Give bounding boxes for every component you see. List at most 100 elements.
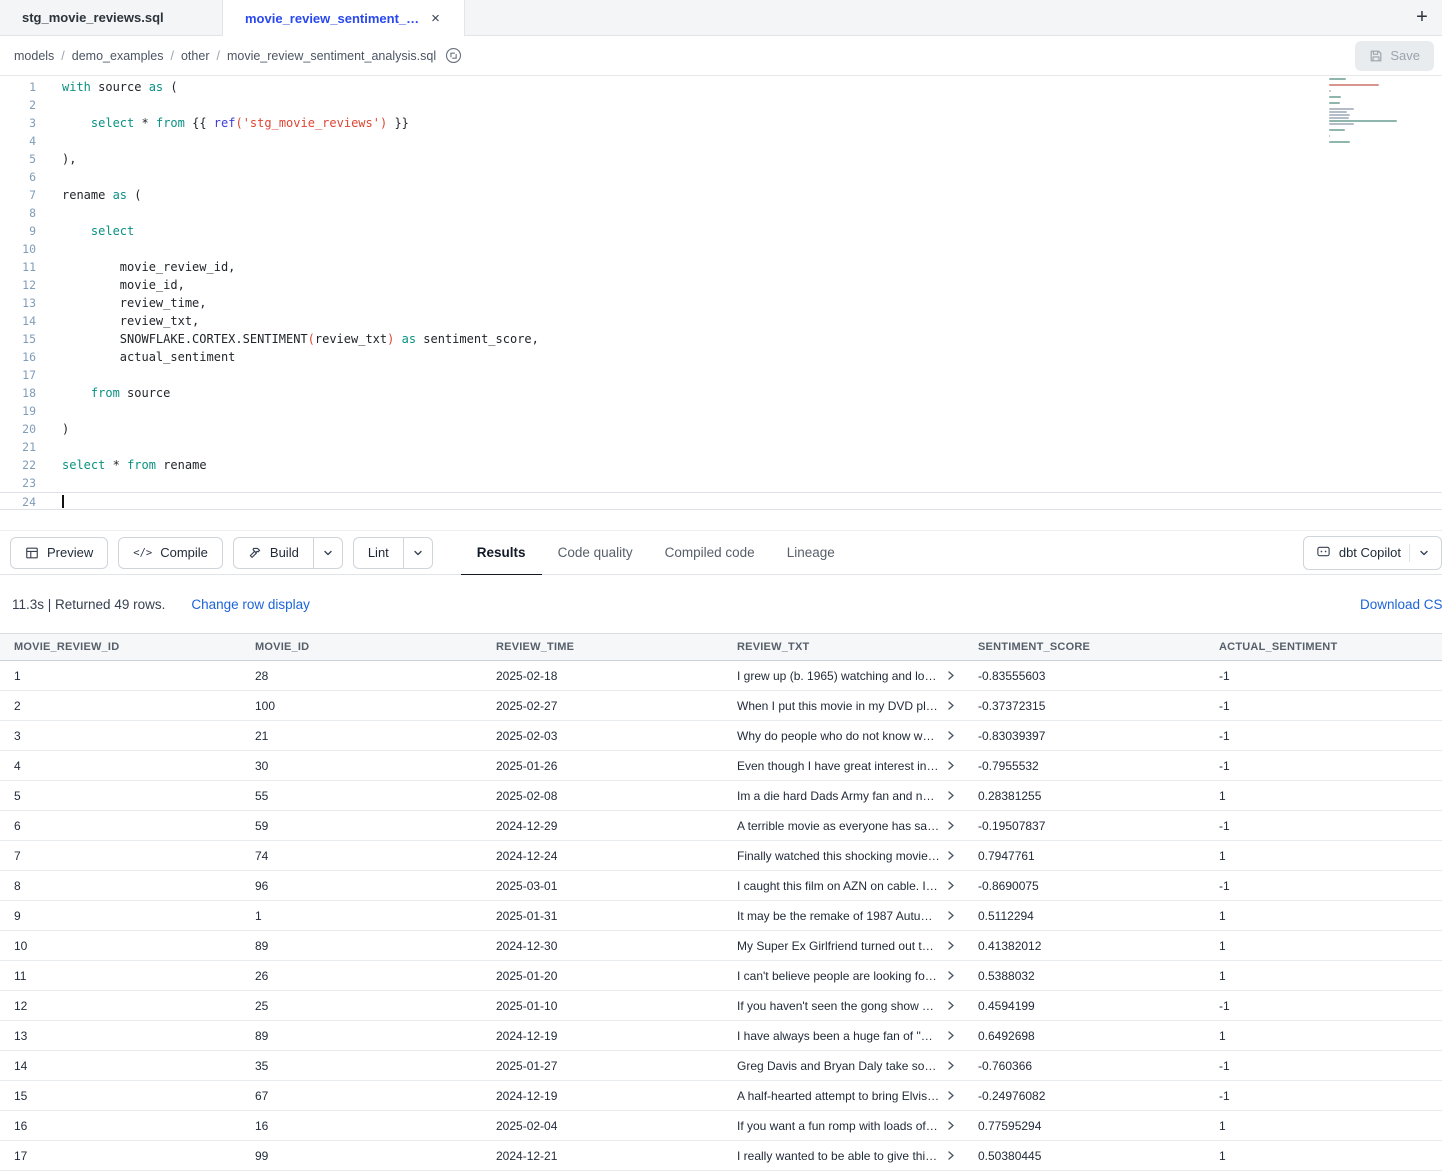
table-cell: 89 <box>241 1021 482 1051</box>
breadcrumb-separator: / <box>61 49 64 63</box>
code-line[interactable]: 8 <box>0 204 1442 222</box>
code-line[interactable]: 17 <box>0 366 1442 384</box>
download-csv-link[interactable]: Download CSV <box>1360 597 1442 612</box>
code-line[interactable]: 22select * from rename <box>0 456 1442 474</box>
code-line[interactable]: 20) <box>0 420 1442 438</box>
line-number: 9 <box>0 222 52 240</box>
expand-cell-icon[interactable] <box>946 970 956 981</box>
table-cell: -0.24976082 <box>964 1081 1205 1111</box>
code-line[interactable]: 15 SNOWFLAKE.CORTEX.SENTIMENT(review_txt… <box>0 330 1442 348</box>
review-txt-cell: Finally watched this shocking movie la… <box>723 841 964 871</box>
editor-action-bar: Preview </> Compile Build <box>0 530 1442 575</box>
results-table-container[interactable]: MOVIE_REVIEW_IDMOVIE_IDREVIEW_TIMEREVIEW… <box>0 633 1442 1171</box>
code-line[interactable]: 7rename as ( <box>0 186 1442 204</box>
line-number: 21 <box>0 438 52 456</box>
lint-dropdown-button[interactable] <box>403 537 433 569</box>
expand-cell-icon[interactable] <box>946 1090 956 1101</box>
code-line[interactable]: 12 movie_id, <box>0 276 1442 294</box>
build-dropdown-button[interactable] <box>313 537 343 569</box>
review-txt-cell: I really wanted to be able to give this … <box>723 1141 964 1171</box>
code-line[interactable]: 21 <box>0 438 1442 456</box>
column-header[interactable]: SENTIMENT_SCORE <box>964 634 1205 661</box>
code-line[interactable]: 6 <box>0 168 1442 186</box>
tab-compiled-code[interactable]: Compiled code <box>649 530 771 575</box>
tab-code-quality[interactable]: Code quality <box>542 530 649 575</box>
code-line[interactable]: 23 <box>0 474 1442 492</box>
code-text <box>52 493 1442 509</box>
column-header[interactable]: MOVIE_ID <box>241 634 482 661</box>
copy-path-icon[interactable] <box>445 47 462 64</box>
code-line[interactable]: 11 movie_review_id, <box>0 258 1442 276</box>
code-line[interactable]: 24 <box>0 492 1442 510</box>
save-button[interactable]: Save <box>1355 41 1434 71</box>
code-line[interactable]: 4 <box>0 132 1442 150</box>
expand-cell-icon[interactable] <box>946 1150 956 1161</box>
expand-cell-icon[interactable] <box>946 880 956 891</box>
minimap-line <box>1329 135 1330 137</box>
line-number: 22 <box>0 456 52 474</box>
code-line[interactable]: 18 from source <box>0 384 1442 402</box>
preview-button[interactable]: Preview <box>10 537 108 569</box>
code-line[interactable]: 13 review_time, <box>0 294 1442 312</box>
code-text: select * from rename <box>52 456 1442 474</box>
minimap-line <box>1329 114 1350 116</box>
breadcrumb-part[interactable]: demo_examples <box>72 49 164 63</box>
file-tab-movie-review-sentiment[interactable]: movie_review_sentiment_… × <box>223 0 465 36</box>
code-line[interactable]: 14 review_txt, <box>0 312 1442 330</box>
table-cell: 25 <box>241 991 482 1021</box>
compile-label: Compile <box>160 545 208 560</box>
code-line[interactable]: 19 <box>0 402 1442 420</box>
chevron-down-icon <box>1409 544 1429 562</box>
expand-cell-icon[interactable] <box>946 910 956 921</box>
expand-cell-icon[interactable] <box>946 1030 956 1041</box>
file-tab-stg-movie-reviews[interactable]: stg_movie_reviews.sql <box>0 0 223 35</box>
code-line[interactable]: 5), <box>0 150 1442 168</box>
table-cell: 12 <box>0 991 241 1021</box>
breadcrumb-part[interactable]: movie_review_sentiment_analysis.sql <box>227 49 436 63</box>
table-cell: 74 <box>241 841 482 871</box>
expand-cell-icon[interactable] <box>946 1000 956 1011</box>
results-table: MOVIE_REVIEW_IDMOVIE_IDREVIEW_TIMEREVIEW… <box>0 633 1442 1171</box>
code-line[interactable]: 3 select * from {{ ref('stg_movie_review… <box>0 114 1442 132</box>
code-line[interactable]: 1with source as ( <box>0 78 1442 96</box>
breadcrumb-part[interactable]: other <box>181 49 210 63</box>
expand-cell-icon[interactable] <box>946 700 956 711</box>
lint-button[interactable]: Lint <box>353 537 403 569</box>
code-editor[interactable]: 1with source as (23 select * from {{ ref… <box>0 76 1442 530</box>
expand-cell-icon[interactable] <box>946 850 956 861</box>
code-line[interactable]: 16 actual_sentiment <box>0 348 1442 366</box>
expand-cell-icon[interactable] <box>946 1120 956 1131</box>
expand-cell-icon[interactable] <box>946 790 956 801</box>
compile-button[interactable]: </> Compile <box>118 537 223 569</box>
code-line[interactable]: 9 select <box>0 222 1442 240</box>
tab-lineage[interactable]: Lineage <box>771 530 851 575</box>
editor-minimap[interactable] <box>1329 78 1397 150</box>
results-table-body: 1282025-02-18I grew up (b. 1965) watchin… <box>0 661 1442 1171</box>
review-txt-cell: A terrible movie as everyone has said. … <box>723 811 964 841</box>
change-row-display-link[interactable]: Change row display <box>191 597 310 612</box>
column-header[interactable]: MOVIE_REVIEW_ID <box>0 634 241 661</box>
code-line[interactable]: 2 <box>0 96 1442 114</box>
dbt-copilot-button[interactable]: dbt Copilot <box>1303 536 1442 570</box>
expand-cell-icon[interactable] <box>946 940 956 951</box>
column-header[interactable]: ACTUAL_SENTIMENT <box>1205 634 1442 661</box>
expand-cell-icon[interactable] <box>946 1060 956 1071</box>
breadcrumb-part[interactable]: models <box>14 49 54 63</box>
new-tab-button[interactable]: + <box>1402 0 1442 35</box>
expand-cell-icon[interactable] <box>946 760 956 771</box>
tab-results[interactable]: Results <box>461 530 542 575</box>
code-line[interactable]: 10 <box>0 240 1442 258</box>
code-text <box>52 96 1442 114</box>
column-header[interactable]: REVIEW_TXT <box>723 634 964 661</box>
line-number: 19 <box>0 402 52 420</box>
review-txt-cell: A half-hearted attempt to bring Elvis P… <box>723 1081 964 1111</box>
expand-cell-icon[interactable] <box>946 670 956 681</box>
code-text: movie_id, <box>52 276 1442 294</box>
expand-cell-icon[interactable] <box>946 820 956 831</box>
build-button[interactable]: Build <box>233 537 313 569</box>
close-tab-icon[interactable]: × <box>429 10 442 27</box>
table-cell: 2025-02-08 <box>482 781 723 811</box>
expand-cell-icon[interactable] <box>946 730 956 741</box>
column-header[interactable]: REVIEW_TIME <box>482 634 723 661</box>
table-cell: 1 <box>1205 1141 1442 1171</box>
